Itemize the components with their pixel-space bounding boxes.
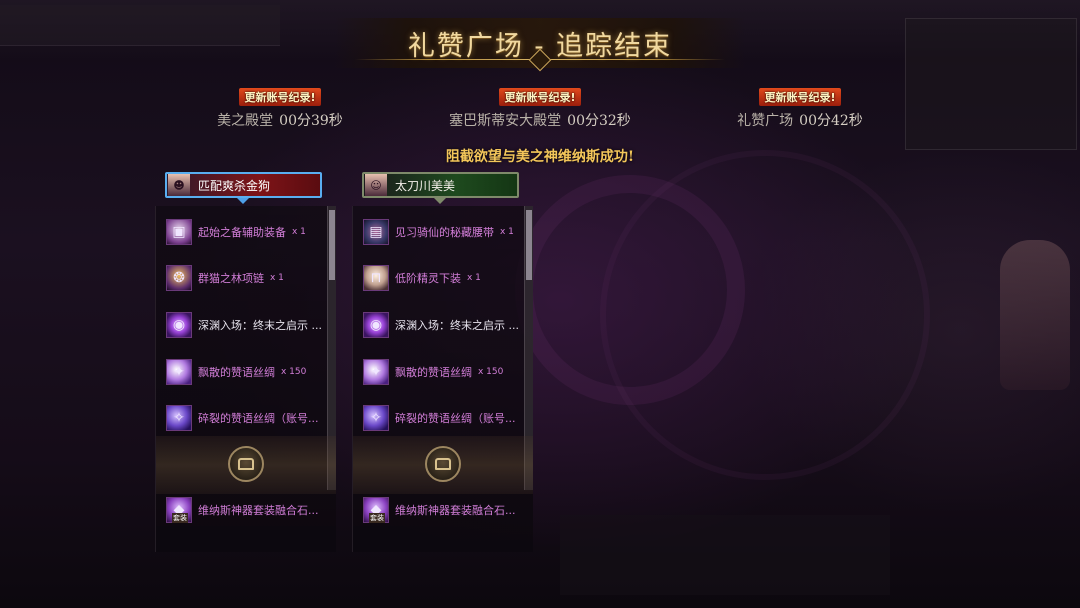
item-name: 深渊入场：终末之启示 ...	[198, 319, 322, 332]
loot-item[interactable]: ◉ 深渊入场：终末之启示 ...	[166, 310, 326, 340]
chest-icon	[238, 458, 254, 470]
player-name-tag: ☺ 太刀川美美	[362, 172, 519, 198]
result-title-banner: 礼赞广场 - 追踪结束	[335, 18, 745, 72]
abyss-orb-icon: ◉	[166, 312, 192, 338]
record-1: 更新账号纪录! 美之殿堂 00分39秒	[200, 86, 360, 130]
set-tag: 套装	[172, 513, 188, 523]
item-name: 深渊入场：终末之启示 ...	[395, 319, 519, 332]
silk-icon: ✦	[363, 359, 389, 385]
abyss-orb-icon: ◉	[363, 312, 389, 338]
item-name: 飘散的赞语丝绸	[198, 366, 275, 379]
new-record-badge: 更新账号纪录!	[499, 88, 581, 106]
new-record-badge: 更新账号纪录!	[759, 88, 841, 106]
broken-silk-icon: ✧	[166, 405, 192, 431]
background-emblem	[515, 175, 745, 405]
player-loot-panel-1: ☻ 匹配爽杀金狗 ▣ 起始之备辅助装备 x 1 ❂ 群猫之林项链 x 1 ◉ 深…	[155, 172, 350, 552]
fusion-stone-icon: ◆ 套装	[166, 497, 192, 523]
pants-icon: ⊓	[363, 265, 389, 291]
loot-item[interactable]: ❂ 群猫之林项链 x 1	[166, 263, 326, 293]
background-character	[1000, 240, 1070, 390]
name-tag-pointer	[434, 198, 446, 204]
player-avatar-icon: ☻	[168, 174, 190, 196]
record-3: 更新账号纪录! 礼赞广场 00分42秒	[720, 86, 880, 130]
scrollbar-thumb[interactable]	[329, 210, 335, 280]
record-2: 更新账号纪录! 塞巴斯蒂安大殿堂 00分32秒	[430, 86, 650, 130]
item-quantity: x 150	[478, 367, 504, 377]
player-name-tag: ☻ 匹配爽杀金狗	[165, 172, 322, 198]
item-name: 碎裂的赞语丝绸（账号...	[198, 412, 319, 425]
item-name: 飘散的赞语丝绸	[395, 366, 472, 379]
loot-item[interactable]: ✦ 飘散的赞语丝绸 x 150	[166, 357, 326, 387]
item-quantity: x 1	[467, 273, 481, 283]
item-name: 见习骑仙的秘藏腰带	[395, 226, 494, 239]
item-name: 维纳斯神器套装融合石...	[395, 504, 516, 517]
player-loot-panel-2: ☺ 太刀川美美 ▤ 见习骑仙的秘藏腰带 x 1 ⊓ 低阶精灵下装 x 1 ◉ 深…	[352, 172, 547, 552]
chest-icon	[435, 458, 451, 470]
item-name: 碎裂的赞语丝绸（账号...	[395, 412, 516, 425]
item-quantity: x 1	[500, 227, 514, 237]
set-item[interactable]: ◆ 套装 维纳斯神器套装融合石...	[166, 495, 326, 525]
item-name: 群猫之林项链	[198, 272, 264, 285]
necklace-icon: ❂	[166, 265, 192, 291]
background-party-panel	[0, 5, 280, 46]
belt-icon: ▤	[363, 219, 389, 245]
scrollbar-thumb[interactable]	[526, 210, 532, 280]
record-line: 礼赞广场 00分42秒	[720, 110, 880, 130]
silk-icon: ✦	[166, 359, 192, 385]
record-time: 00分42秒	[799, 113, 863, 129]
item-name: 低阶精灵下装	[395, 272, 461, 285]
equipment-box-icon: ▣	[166, 219, 192, 245]
new-record-badge: 更新账号纪录!	[239, 88, 321, 106]
game-screen: 礼赞广场 - 追踪结束 更新账号纪录! 美之殿堂 00分39秒 更新账号纪录! 塞…	[0, 0, 1080, 608]
record-line: 美之殿堂 00分39秒	[200, 110, 360, 130]
broken-silk-icon: ✧	[363, 405, 389, 431]
record-line: 塞巴斯蒂安大殿堂 00分32秒	[430, 110, 650, 130]
record-location: 美之殿堂	[217, 113, 274, 129]
item-quantity: x 1	[270, 273, 284, 283]
item-name: 起始之备辅助装备	[198, 226, 286, 239]
open-chest-button[interactable]	[425, 446, 461, 482]
set-tag: 套装	[369, 513, 385, 523]
record-time: 00分39秒	[279, 113, 343, 129]
loot-item[interactable]: ✦ 飘散的赞语丝绸 x 150	[363, 357, 523, 387]
item-name: 维纳斯神器套装融合石...	[198, 504, 319, 517]
success-message: 阻截欲望与美之神维纳斯成功!	[445, 149, 635, 165]
fusion-stone-icon: ◆ 套装	[363, 497, 389, 523]
name-tag-pointer	[237, 198, 249, 204]
loot-item[interactable]: ◉ 深渊入场：终末之启示 ...	[363, 310, 523, 340]
open-chest-button[interactable]	[228, 446, 264, 482]
record-location: 礼赞广场	[737, 113, 794, 129]
background-minimap	[905, 18, 1077, 150]
item-quantity: x 1	[292, 227, 306, 237]
loot-list: ▣ 起始之备辅助装备 x 1 ❂ 群猫之林项链 x 1 ◉ 深渊入场：终末之启示…	[155, 206, 336, 552]
loot-item[interactable]: ⊓ 低阶精灵下装 x 1	[363, 263, 523, 293]
player-name: 太刀川美美	[395, 178, 456, 193]
background-skill-bar	[560, 515, 890, 595]
loot-item[interactable]: ▣ 起始之备辅助装备 x 1	[166, 217, 326, 247]
set-item[interactable]: ◆ 套装 维纳斯神器套装融合石...	[363, 495, 523, 525]
player-avatar-icon: ☺	[365, 174, 387, 196]
record-location: 塞巴斯蒂安大殿堂	[449, 113, 562, 129]
loot-list: ▤ 见习骑仙的秘藏腰带 x 1 ⊓ 低阶精灵下装 x 1 ◉ 深渊入场：终末之启…	[352, 206, 533, 552]
background-emblem-ring	[600, 150, 930, 480]
loot-item[interactable]: ✧ 碎裂的赞语丝绸（账号...	[166, 403, 326, 433]
player-name: 匹配爽杀金狗	[198, 178, 271, 193]
record-time: 00分32秒	[567, 113, 631, 129]
item-quantity: x 150	[281, 367, 307, 377]
loot-item[interactable]: ✧ 碎裂的赞语丝绸（账号...	[363, 403, 523, 433]
loot-item[interactable]: ▤ 见习骑仙的秘藏腰带 x 1	[363, 217, 523, 247]
